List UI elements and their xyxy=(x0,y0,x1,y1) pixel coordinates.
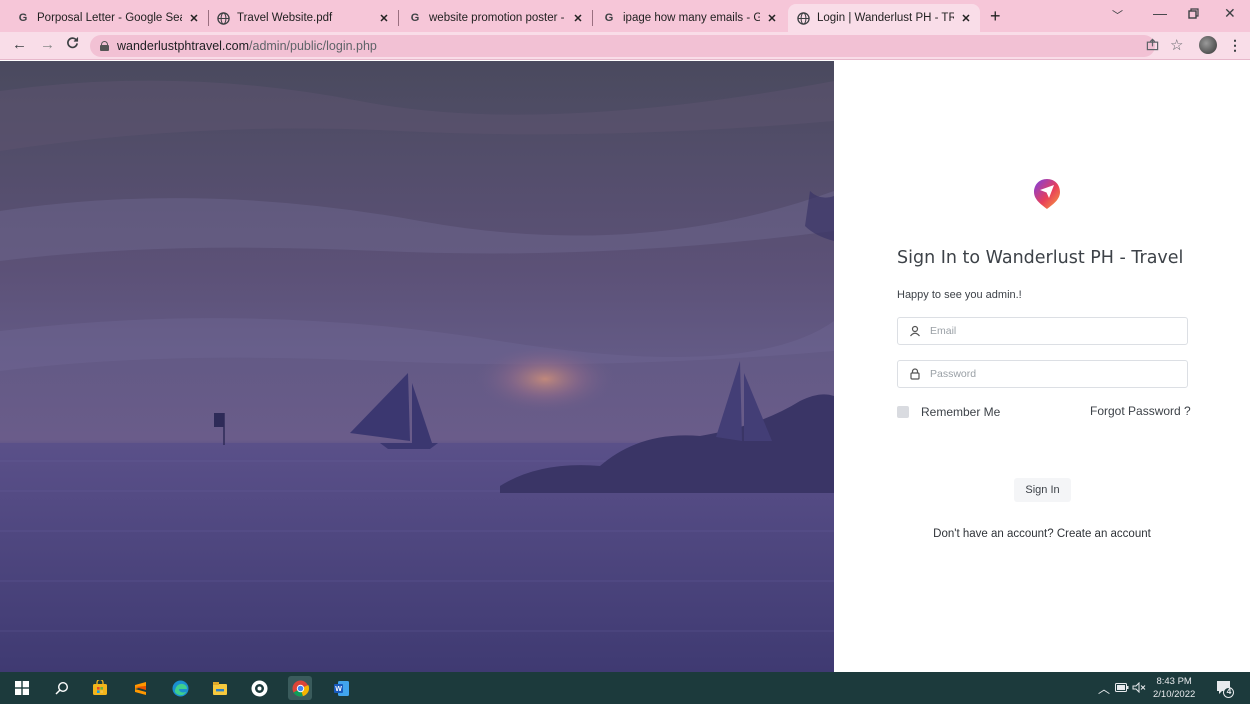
svg-text:W: W xyxy=(335,686,342,693)
google-g-icon: G xyxy=(604,12,614,24)
tab-search-icon[interactable]: ﹀ xyxy=(1112,7,1123,23)
tab-title: ipage how many emails - Google xyxy=(623,12,760,24)
tab-title: Login | Wanderlust PH - TRavel D xyxy=(817,12,954,24)
browser-tab[interactable]: G Porposal Letter - Google Search ✕ xyxy=(8,4,208,32)
remember-me-checkbox[interactable] xyxy=(897,406,909,418)
browser-tab[interactable]: G website promotion poster - Goo ✕ xyxy=(400,4,592,32)
globe-icon xyxy=(216,11,230,25)
tab-title: website promotion poster - Goo xyxy=(429,12,566,24)
app-icon[interactable] xyxy=(250,679,268,697)
hero-image xyxy=(0,61,834,672)
word-icon[interactable]: W xyxy=(332,679,350,697)
close-tab-icon[interactable]: ✕ xyxy=(766,12,778,25)
password-field[interactable] xyxy=(897,360,1188,388)
user-icon xyxy=(908,324,922,338)
tray-chevron-icon[interactable]: ︿ xyxy=(1098,680,1110,697)
browser-tab[interactable]: Travel Website.pdf ✕ xyxy=(208,4,398,32)
create-account-link[interactable]: Don't have an account? Create an account xyxy=(834,528,1250,540)
new-tab-button[interactable]: + xyxy=(990,6,1001,27)
google-g-icon: G xyxy=(18,12,28,24)
close-tab-icon[interactable]: ✕ xyxy=(572,12,584,25)
minimize-icon[interactable]: — xyxy=(1153,5,1167,21)
file-explorer-icon[interactable] xyxy=(211,679,229,697)
browser-tab-strip: G Porposal Letter - Google Search ✕ Trav… xyxy=(0,0,1250,32)
tab-separator xyxy=(592,10,593,26)
wanderlust-logo-icon xyxy=(1034,179,1060,209)
address-bar[interactable]: wanderlustphtravel.com/admin/public/logi… xyxy=(90,35,1155,57)
profile-avatar[interactable] xyxy=(1199,36,1217,54)
browser-tab[interactable]: G ipage how many emails - Google ✕ xyxy=(594,4,786,32)
reload-icon[interactable] xyxy=(66,36,79,52)
volume-muted-icon[interactable] xyxy=(1132,681,1146,696)
notification-count: 4 xyxy=(1226,686,1232,696)
password-input[interactable] xyxy=(930,368,1170,380)
share-icon[interactable] xyxy=(1146,38,1159,54)
forward-icon[interactable]: → xyxy=(40,36,55,53)
close-tab-icon[interactable]: ✕ xyxy=(378,12,390,25)
clock-time: 8:43 PM xyxy=(1156,676,1192,687)
restore-icon[interactable] xyxy=(1188,6,1199,22)
chrome-icon[interactable] xyxy=(288,676,312,700)
email-input[interactable] xyxy=(930,325,1170,337)
lock-icon xyxy=(100,41,109,51)
login-panel: Sign In to Wanderlust PH - Travel Happy … xyxy=(834,61,1250,672)
close-tab-icon[interactable]: ✕ xyxy=(188,12,200,25)
browser-tab-active[interactable]: Login | Wanderlust PH - TRavel D ✕ xyxy=(788,4,980,32)
system-clock[interactable]: 8:43 PM 2/10/2022 xyxy=(1153,675,1195,701)
bookmark-star-icon[interactable]: ☆ xyxy=(1170,36,1183,54)
url-host: wanderlustphtravel.com xyxy=(117,39,250,53)
forgot-password-link[interactable]: Forgot Password ? xyxy=(1090,404,1191,418)
browser-toolbar: ← → wanderlustphtravel.com/admin/public/… xyxy=(0,32,1250,60)
more-menu-icon[interactable]: ⋮ xyxy=(1228,37,1242,54)
remember-me-label: Remember Me xyxy=(921,405,1001,419)
remember-me[interactable]: Remember Me xyxy=(897,405,1000,419)
windows-start-icon[interactable] xyxy=(13,679,31,697)
page-title: Sign In to Wanderlust PH - Travel xyxy=(897,248,1184,268)
tab-title: Travel Website.pdf xyxy=(237,12,333,24)
tab-title: Porposal Letter - Google Search xyxy=(37,12,182,24)
close-tab-icon[interactable]: ✕ xyxy=(960,12,972,25)
lock-icon xyxy=(908,367,922,381)
url-path: /admin/public/login.php xyxy=(249,39,377,53)
globe-icon xyxy=(796,11,810,25)
email-field[interactable] xyxy=(897,317,1188,345)
greeting-text: Happy to see you admin.! xyxy=(897,289,1022,301)
notification-center-icon[interactable]: 4 xyxy=(1216,680,1234,698)
sunset-sailboat-illustration xyxy=(0,80,834,672)
microsoft-store-icon[interactable] xyxy=(91,679,109,697)
back-icon[interactable]: ← xyxy=(12,36,27,53)
google-g-icon: G xyxy=(410,12,420,24)
sign-in-button[interactable]: Sign In xyxy=(1014,478,1071,502)
battery-icon[interactable] xyxy=(1115,683,1129,695)
search-icon[interactable] xyxy=(53,679,71,697)
clock-date: 2/10/2022 xyxy=(1153,689,1196,700)
close-window-icon[interactable]: ✕ xyxy=(1224,5,1236,22)
windows-taskbar: W ︿ 8:43 PM 2/10/2022 4 xyxy=(0,672,1250,704)
sublime-text-icon[interactable] xyxy=(131,679,149,697)
edge-icon[interactable] xyxy=(171,679,189,697)
tab-separator xyxy=(398,10,399,26)
